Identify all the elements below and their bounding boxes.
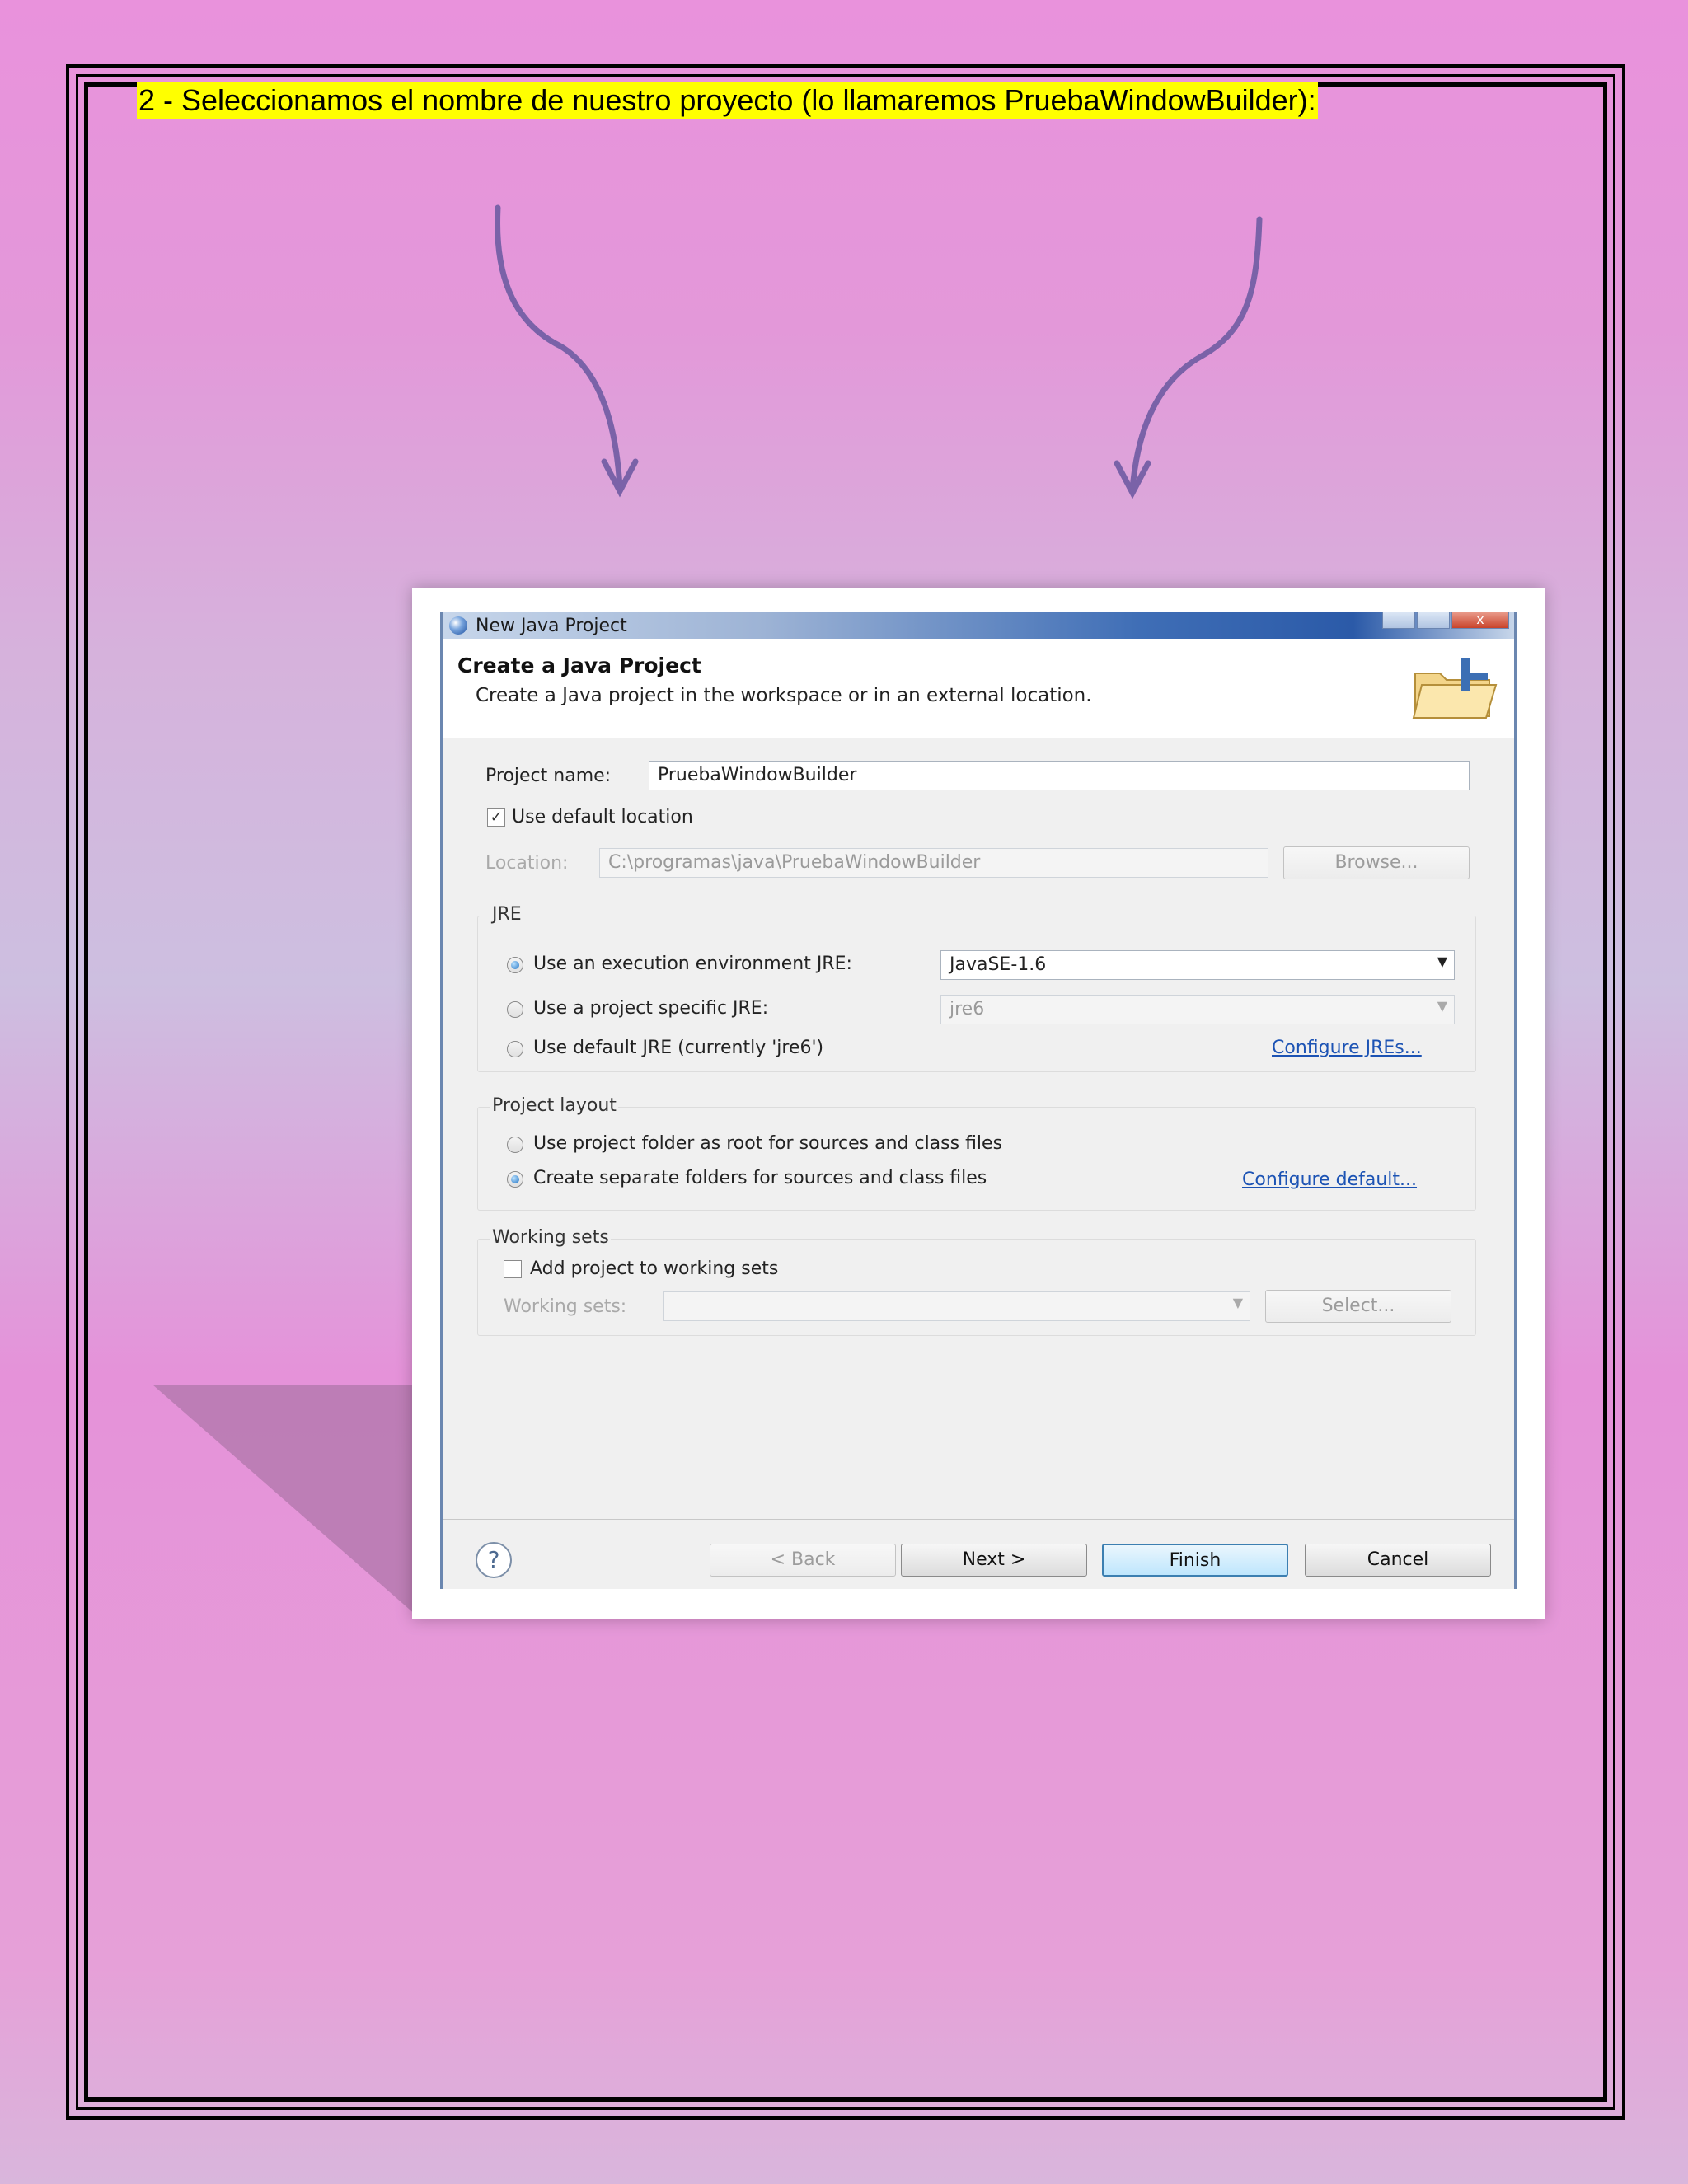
project-specific-jre-radio[interactable]: [507, 1001, 523, 1018]
eclipse-icon: [449, 616, 467, 635]
new-project-folder-icon: [1412, 658, 1498, 719]
project-specific-jre-value: jre6: [950, 999, 985, 1019]
window-title: New Java Project: [476, 616, 627, 636]
finish-button[interactable]: Finish: [1102, 1544, 1288, 1577]
next-button[interactable]: Next >: [901, 1544, 1087, 1577]
minimize-button[interactable]: [1382, 612, 1415, 629]
new-java-project-dialog: New Java Project x Create a Java Project…: [440, 612, 1517, 1589]
working-sets-group-title: Working sets: [490, 1227, 611, 1248]
wizard-header: Create a Java Project Create a Java proj…: [443, 639, 1514, 738]
configure-default-link[interactable]: Configure default...: [1242, 1169, 1417, 1190]
working-sets-label: Working sets:: [504, 1296, 627, 1317]
project-layout-group: [477, 1107, 1476, 1211]
location-input[interactable]: C:\programas\java\PruebaWindowBuilder: [599, 848, 1268, 878]
add-to-working-sets-checkbox[interactable]: [504, 1260, 522, 1278]
working-sets-select[interactable]: ▼: [663, 1291, 1250, 1321]
select-working-sets-button[interactable]: Select...: [1265, 1290, 1451, 1323]
project-specific-jre-label: Use a project specific JRE:: [533, 998, 769, 1019]
chevron-down-icon: ▼: [1437, 954, 1447, 969]
window-controls: x: [1382, 612, 1509, 630]
right-arrow: [1114, 216, 1263, 499]
separate-folders-radio[interactable]: [507, 1171, 523, 1188]
help-icon[interactable]: ?: [476, 1542, 512, 1578]
configure-jres-link[interactable]: Configure JREs...: [1272, 1038, 1422, 1058]
use-default-location-label: Use default location: [512, 807, 693, 827]
exec-env-label: Use an execution environment JRE:: [533, 954, 852, 974]
chevron-down-icon: ▼: [1437, 998, 1447, 1014]
default-jre-radio[interactable]: [507, 1041, 523, 1057]
project-specific-jre-select[interactable]: jre6 ▼: [940, 995, 1455, 1024]
project-name-input[interactable]: PruebaWindowBuilder: [649, 761, 1470, 790]
project-layout-group-title: Project layout: [490, 1095, 618, 1116]
location-label: Location:: [485, 853, 569, 874]
default-jre-label: Use default JRE (currently 'jre6'): [533, 1038, 824, 1058]
back-button[interactable]: < Back: [710, 1544, 896, 1577]
project-name-label: Project name:: [485, 766, 612, 786]
add-to-working-sets-label: Add project to working sets: [530, 1258, 779, 1279]
cancel-button[interactable]: Cancel: [1305, 1544, 1491, 1577]
close-button[interactable]: x: [1451, 612, 1509, 629]
button-bar-separator: [443, 1519, 1514, 1520]
left-arrow: [495, 204, 639, 498]
use-default-location-checkbox[interactable]: ✓: [487, 808, 505, 827]
project-root-radio[interactable]: [507, 1137, 523, 1153]
exec-env-radio[interactable]: [507, 957, 523, 973]
dialog-screenshot: New Java Project x Create a Java Project…: [412, 588, 1545, 1619]
maximize-button[interactable]: [1417, 612, 1450, 629]
exec-env-select[interactable]: JavaSE-1.6 ▼: [940, 950, 1455, 980]
jre-group-title: JRE: [490, 904, 523, 925]
exec-env-value: JavaSE-1.6: [950, 954, 1047, 975]
wizard-title: Create a Java Project: [457, 654, 701, 677]
title-bar[interactable]: New Java Project x: [443, 612, 1514, 639]
browse-button[interactable]: Browse...: [1283, 846, 1470, 879]
separate-folders-label: Create separate folders for sources and …: [533, 1168, 987, 1188]
wizard-description: Create a Java project in the workspace o…: [476, 685, 1092, 706]
project-root-label: Use project folder as root for sources a…: [533, 1133, 1003, 1154]
chevron-down-icon: ▼: [1232, 1295, 1243, 1310]
